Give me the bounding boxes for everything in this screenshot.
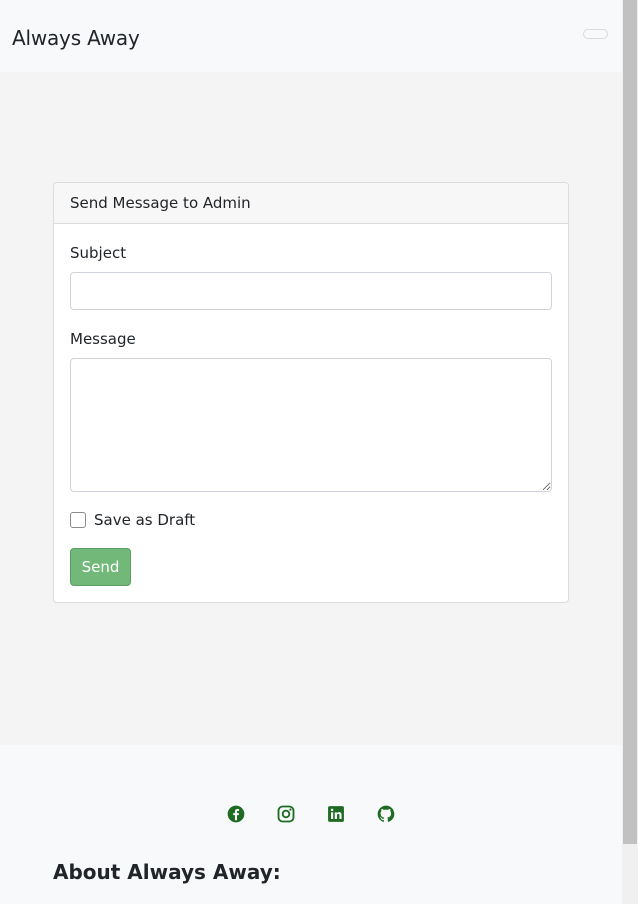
brand-logo[interactable]: Always Away: [12, 26, 140, 50]
message-label: Message: [70, 330, 136, 348]
subject-label: Subject: [70, 244, 127, 262]
message-textarea[interactable]: [70, 358, 552, 492]
facebook-icon[interactable]: [226, 804, 246, 824]
instagram-icon[interactable]: [276, 804, 296, 824]
message-card: Send Message to Admin Subject Message Sa…: [53, 182, 569, 603]
card-header: Send Message to Admin: [54, 183, 568, 224]
scrollbar-thumb[interactable]: [623, 0, 637, 844]
vertical-scrollbar[interactable]: [622, 0, 638, 904]
footer: About Always Away:: [0, 745, 622, 904]
send-button[interactable]: Send: [70, 548, 131, 586]
github-icon[interactable]: [376, 804, 396, 824]
about-heading: About Always Away:: [53, 860, 281, 884]
navbar: Always Away: [0, 0, 622, 72]
navbar-toggler-button[interactable]: [583, 29, 608, 39]
linkedin-icon[interactable]: [326, 804, 346, 824]
save-draft-label[interactable]: Save as Draft: [94, 511, 195, 529]
subject-input[interactable]: [70, 272, 552, 310]
save-draft-checkbox[interactable]: [70, 512, 86, 528]
